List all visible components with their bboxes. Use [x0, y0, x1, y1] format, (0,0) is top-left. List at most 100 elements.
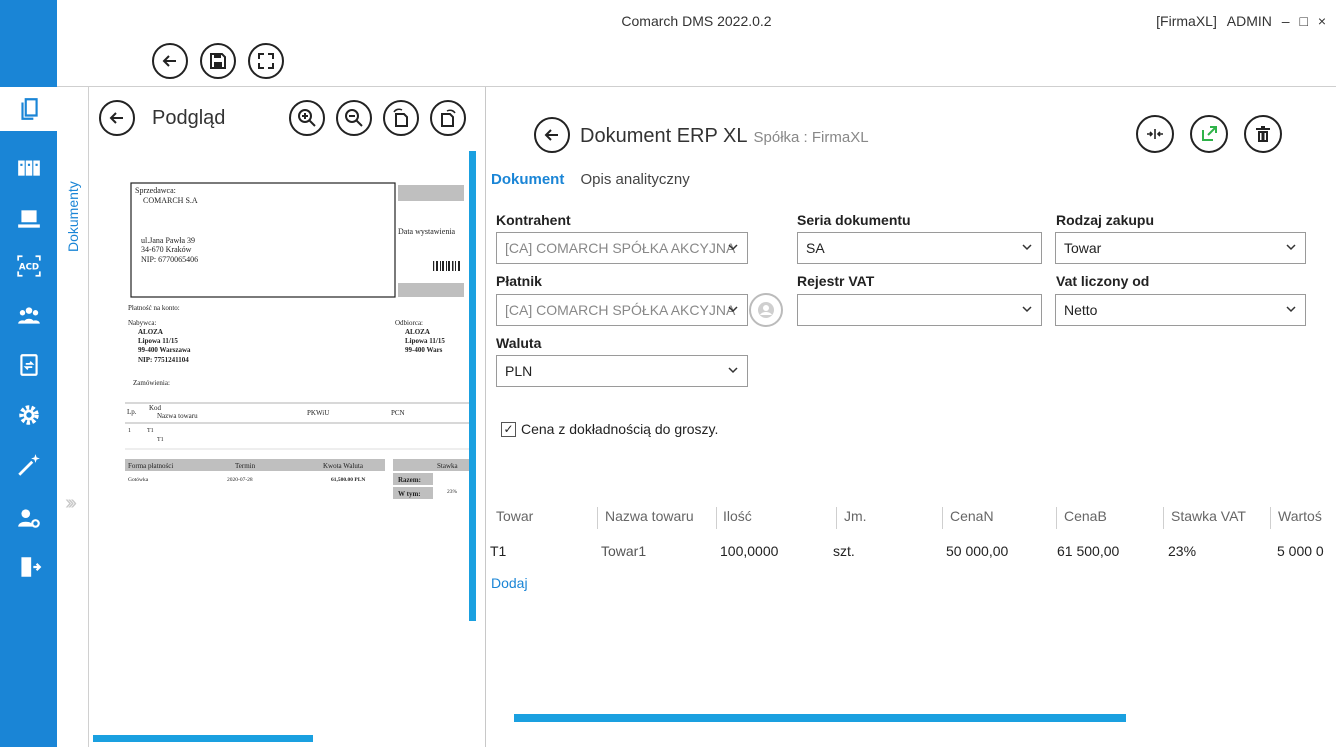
sidebar: ACD: [0, 0, 57, 747]
back-button[interactable]: [152, 43, 188, 79]
zoom-in-button[interactable]: [289, 100, 325, 136]
rotate-left-button[interactable]: [383, 100, 419, 136]
doc-date-label: Data wystawienia: [398, 227, 456, 236]
gear-icon: [18, 405, 39, 425]
preview-back-button[interactable]: [99, 100, 135, 136]
doc-row-lp: 1: [128, 428, 131, 434]
export-button[interactable]: [1190, 115, 1228, 153]
rodzaj-label: Rodzaj zakupu: [1056, 212, 1155, 228]
sidebar-item-logout[interactable]: [0, 545, 57, 589]
doc-payment-label: Płatność na konto:: [128, 304, 180, 312]
doc-pay-form-label: Forma płatności: [128, 462, 173, 470]
sidebar-item-exchange[interactable]: [0, 343, 57, 387]
row-cenab[interactable]: 61 500,00: [1057, 543, 1119, 559]
trash-icon: [1256, 126, 1270, 142]
grid-separator: [942, 507, 943, 529]
row-stawka[interactable]: 23%: [1168, 543, 1196, 559]
doc-recipient-street: Lipowa 11/15: [405, 337, 445, 345]
grid-col-jm[interactable]: Jm.: [844, 508, 867, 524]
vertical-tab-panel: Dokumenty ›››: [57, 87, 89, 747]
select-payer-button[interactable]: [749, 293, 783, 327]
grid-col-cenab[interactable]: CenaB: [1064, 508, 1107, 524]
sidebar-item-users[interactable]: [0, 294, 57, 338]
documents-icon: [20, 98, 38, 120]
doc-buyer-name: ALOZA: [138, 328, 163, 336]
chevron-down-icon: [728, 244, 738, 251]
sidebar-item-wizard[interactable]: [0, 443, 57, 487]
precision-checkbox[interactable]: ✓: [501, 421, 516, 437]
grid-col-nazwa[interactable]: Nazwa towaru: [605, 508, 694, 524]
doc-orders-label: Zamówienia:: [133, 379, 170, 387]
seria-select[interactable]: SA: [797, 232, 1042, 264]
row-wartosc[interactable]: 5 000 0: [1277, 543, 1324, 559]
vat-select[interactable]: Netto: [1055, 294, 1306, 326]
close-button[interactable]: ×: [1318, 13, 1326, 29]
grid-col-cenan[interactable]: CenaN: [950, 508, 994, 524]
sidebar-item-repository[interactable]: [0, 145, 57, 189]
grid-separator: [597, 507, 598, 529]
arrow-left-icon: [162, 55, 176, 67]
preview-horizontal-scrollbar[interactable]: [93, 735, 313, 742]
platnik-select[interactable]: [CA] COMARCH SPÓŁKA AKCYJNA: [496, 294, 748, 326]
company-tag: [FirmaXL]: [1156, 13, 1217, 29]
form-back-button[interactable]: [534, 117, 570, 153]
exchange-icon: [19, 354, 38, 376]
document-company: Spółka : FirmaXL: [753, 129, 869, 146]
precision-checkbox-row[interactable]: ✓ Cena z dokładnością do groszy.: [501, 421, 718, 437]
waluta-select[interactable]: PLN: [496, 355, 748, 387]
row-ilosc[interactable]: 100,0000: [720, 543, 778, 559]
sidebar-item-acd[interactable]: ACD: [0, 244, 57, 288]
chevron-down-icon: [728, 306, 738, 313]
tab-dokument[interactable]: Dokument: [491, 171, 564, 188]
add-row-link[interactable]: Dodaj: [491, 575, 528, 591]
user-name: ADMIN: [1226, 13, 1272, 29]
zoom-out-button[interactable]: [336, 100, 372, 136]
grid-col-wartosc[interactable]: Wartoś: [1278, 508, 1322, 524]
doc-buyer-nip: NIP: 7751241104: [138, 356, 189, 364]
row-towar[interactable]: T1: [490, 543, 506, 559]
doc-seller-nip: NIP: 6770065406: [141, 255, 198, 264]
minimize-button[interactable]: –: [1282, 13, 1290, 29]
delete-button[interactable]: [1244, 115, 1282, 153]
preview-panel: Podgląd Sprzedawca: COMARCH S.A ul.Jana …: [89, 87, 486, 747]
window-controls: [FirmaXL] ADMIN – □ ×: [1150, 13, 1326, 29]
doc-rate-label: Stawka: [437, 462, 459, 470]
kontrahent-select[interactable]: [CA] COMARCH SPÓŁKA AKCYJNA: [496, 232, 748, 264]
fullscreen-button[interactable]: [248, 43, 284, 79]
sidebar-item-documents[interactable]: [0, 87, 57, 131]
split-button[interactable]: [1136, 115, 1174, 153]
rejestr-label: Rejestr VAT: [797, 273, 875, 289]
form-horizontal-scrollbar[interactable]: [514, 714, 1126, 722]
row-nazwa[interactable]: Towar1: [601, 543, 646, 559]
grid-col-ilosc[interactable]: Ilość: [723, 508, 752, 524]
rodzaj-value: Towar: [1064, 240, 1102, 256]
sidebar-item-laptop[interactable]: [0, 197, 57, 241]
rotate-right-button[interactable]: [430, 100, 466, 136]
document-form: Dokument ERP XL Spółka : FirmaXL Dokument…: [487, 87, 1336, 747]
document-type: Dokument ERP XL: [580, 125, 748, 147]
maximize-button[interactable]: □: [1299, 13, 1307, 29]
save-button[interactable]: [200, 43, 236, 79]
chevron-down-icon: [1022, 244, 1032, 251]
sidebar-item-settings[interactable]: [0, 393, 57, 437]
tab-opis-analityczny[interactable]: Opis analityczny: [581, 171, 690, 188]
doc-col-nazwa: Nazwa towaru: [157, 412, 198, 420]
preview-title: Podgląd: [152, 107, 226, 129]
rodzaj-select[interactable]: Towar: [1055, 232, 1306, 264]
logout-icon: [20, 557, 41, 577]
grid-separator: [1056, 507, 1057, 529]
grid-col-towar[interactable]: Towar: [496, 508, 533, 524]
acd-icon: ACD: [16, 255, 41, 277]
tab-dokumenty[interactable]: Dokumenty: [65, 181, 81, 252]
user-admin-icon: [17, 509, 40, 528]
row-cenan[interactable]: 50 000,00: [946, 543, 1008, 559]
expand-panel-icon[interactable]: ›››: [65, 492, 77, 515]
grid-col-stawka[interactable]: Stawka VAT: [1171, 508, 1246, 524]
repository-icon: [17, 160, 40, 176]
row-jm[interactable]: szt.: [833, 543, 855, 559]
rejestr-select[interactable]: [797, 294, 1042, 326]
chevron-down-icon: [1286, 244, 1296, 251]
sidebar-item-admin[interactable]: [0, 496, 57, 540]
preview-vertical-scrollbar[interactable]: [469, 151, 476, 621]
wand-icon: [17, 454, 40, 476]
